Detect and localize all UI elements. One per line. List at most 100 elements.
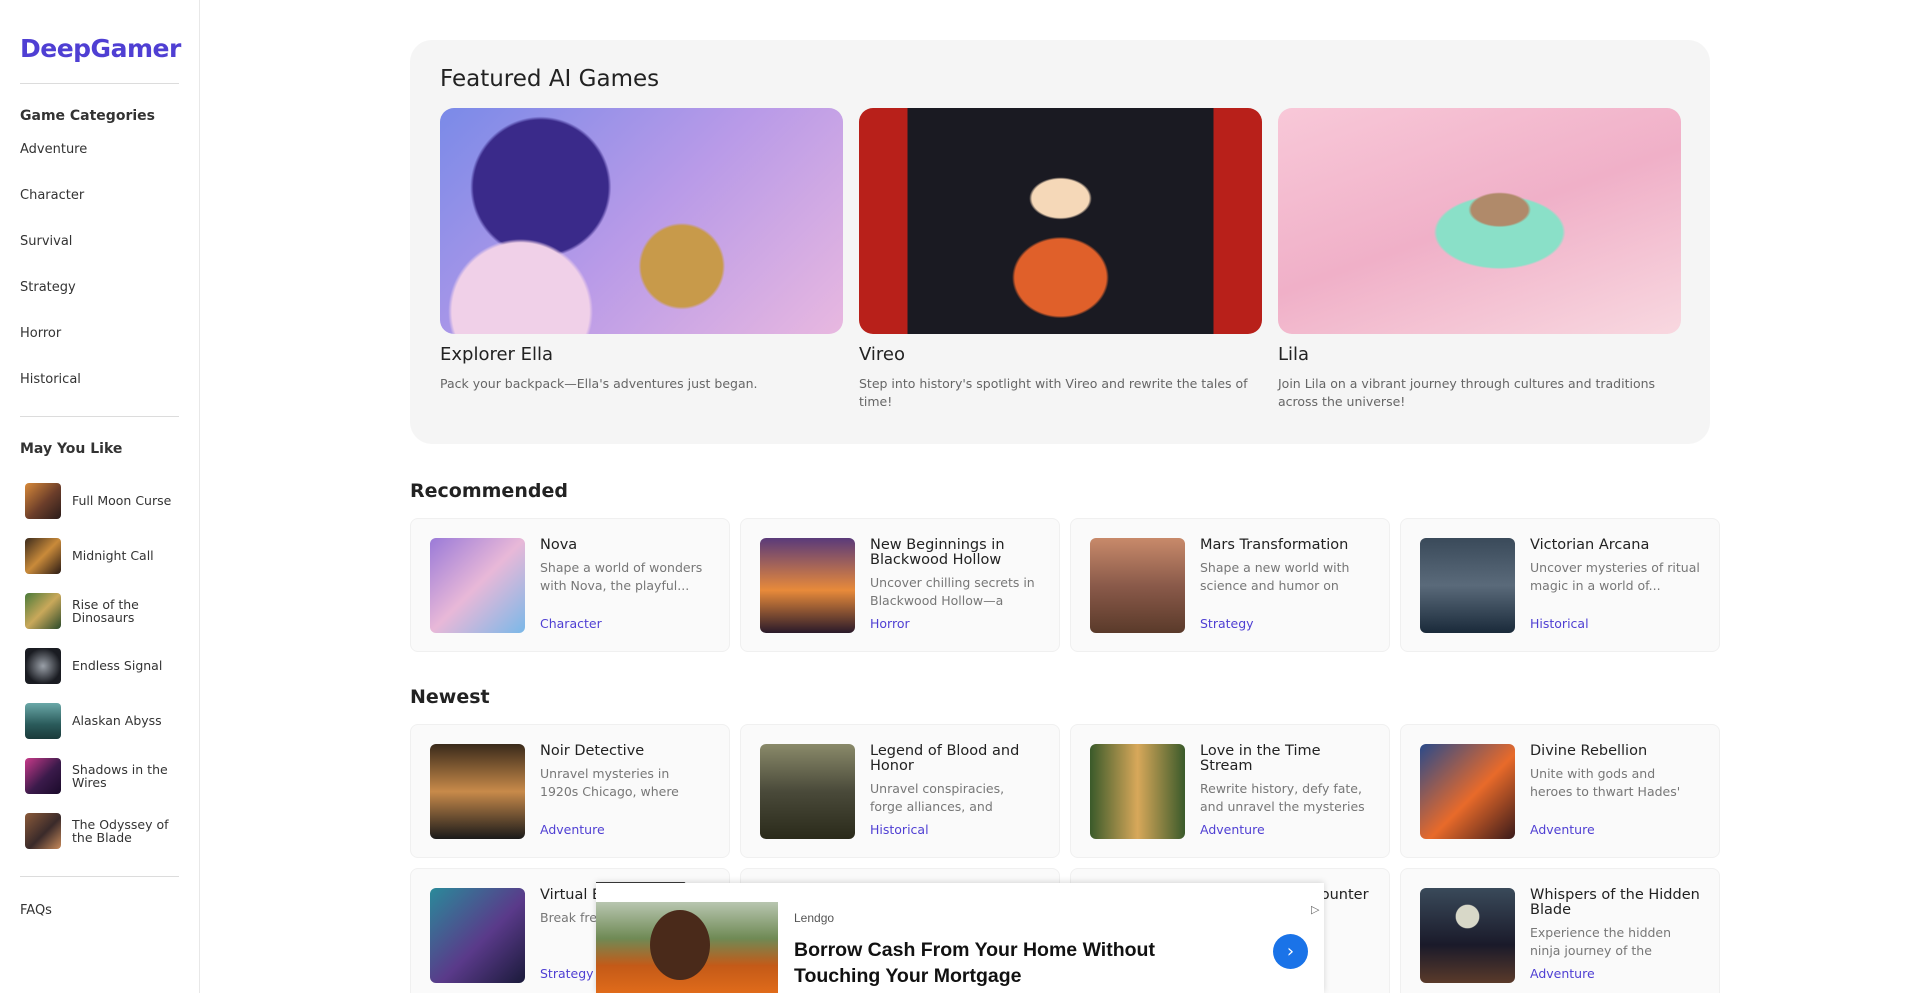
sidebar-item-survival[interactable]: Survival (20, 232, 179, 278)
faqs-link[interactable]: FAQs (20, 903, 179, 918)
card-desc: Rewrite history, defy fate, and unravel … (1200, 781, 1365, 814)
like-item[interactable]: The Odyssey of the Blade (20, 803, 179, 858)
featured-title: Featured AI Games (440, 66, 660, 92)
game-thumbnail (25, 482, 61, 519)
sidebar-item-strategy[interactable]: Strategy (20, 278, 179, 324)
card-category-tag[interactable]: Strategy (540, 966, 594, 981)
featured-desc: Join Lila on a vibrant journey through c… (1278, 376, 1656, 409)
ad-info-icon[interactable]: ▷ (1311, 903, 1319, 916)
logo[interactable]: DeepGamer (20, 34, 181, 63)
card-title: New Beginnings in Blackwood Hollow (870, 537, 1005, 568)
recommended-grid: Nova Shape a world of wonders with Nova,… (410, 518, 1720, 652)
like-item-label: Full Moon Curse (72, 493, 172, 508)
featured-desc: Step into history's spotlight with Vireo… (859, 376, 1248, 409)
card-category-tag[interactable]: Horror (870, 616, 910, 631)
game-card[interactable]: Nova Shape a world of wonders with Nova,… (410, 518, 730, 652)
game-thumbnail (25, 647, 61, 684)
card-body: Mars Transformation Shape a new world wi… (1200, 538, 1370, 633)
game-card[interactable]: Divine Rebellion Unite with gods and her… (1400, 724, 1720, 858)
game-thumbnail (430, 538, 525, 633)
featured-row: Explorer Ella Pack your backpack—Ella's … (440, 108, 1681, 411)
newest-title: Newest (410, 686, 490, 708)
featured-card[interactable]: Lila Join Lila on a vibrant journey thro… (1278, 108, 1681, 411)
game-card[interactable]: Love in the Time Stream Rewrite history,… (1070, 724, 1390, 858)
like-item[interactable]: Midnight Call (20, 528, 179, 583)
like-item[interactable]: Rise of the Dinosaurs (20, 583, 179, 638)
divider (20, 83, 179, 84)
ad-headline[interactable]: Borrow Cash From Your Home Without Touch… (794, 937, 1194, 989)
card-title: Noir Detective (540, 743, 645, 759)
card-title: Love in the Time Stream (1200, 743, 1321, 774)
card-title: Whispers of the Hidden Blade (1530, 887, 1700, 918)
game-thumbnail (760, 744, 855, 839)
card-category-tag[interactable]: Historical (870, 822, 929, 837)
sidebar-item-character[interactable]: Character (20, 186, 179, 232)
recommended-title: Recommended (410, 480, 568, 502)
card-desc: Uncover chilling secrets in Blackwood Ho… (870, 575, 1035, 608)
card-body: Love in the Time Stream Rewrite history,… (1200, 744, 1370, 839)
game-thumbnail (430, 744, 525, 839)
game-thumbnail (1420, 744, 1515, 839)
like-item-label: Alaskan Abyss (72, 713, 162, 728)
featured-image (859, 108, 1262, 334)
card-category-tag[interactable]: Adventure (540, 822, 605, 837)
game-thumbnail (1420, 538, 1515, 633)
like-item-label: The Odyssey of the Blade (72, 816, 169, 845)
main-content: Featured AI Games Explorer Ella Pack you… (410, 40, 1720, 993)
divider (20, 876, 179, 877)
game-card[interactable]: Legend of Blood and Honor Unravel conspi… (740, 724, 1060, 858)
game-card[interactable]: New Beginnings in Blackwood Hollow Uncov… (740, 518, 1060, 652)
featured-card[interactable]: Explorer Ella Pack your backpack—Ella's … (440, 108, 843, 411)
featured-desc: Pack your backpack—Ella's adventures jus… (440, 376, 758, 391)
card-category-tag[interactable]: Character (540, 616, 602, 631)
game-thumbnail (25, 757, 61, 794)
sidebar-item-historical[interactable]: Historical (20, 370, 179, 416)
card-category-tag[interactable]: Strategy (1200, 616, 1254, 631)
card-title: Nova (540, 537, 578, 553)
like-item[interactable]: Alaskan Abyss (20, 693, 179, 748)
featured-image (440, 108, 843, 334)
ad-go-button[interactable]: › (1273, 934, 1308, 969)
featured-name: Vireo (859, 344, 906, 365)
card-desc: Shape a new world with science and humor… (1200, 560, 1350, 593)
card-desc: Unravel mysteries in 1920s Chicago, wher… (540, 766, 679, 799)
card-body: Whispers of the Hidden Blade Experience … (1530, 888, 1700, 983)
featured-image (1278, 108, 1681, 334)
card-desc: Unravel conspiracies, forge alliances, a… (870, 781, 1005, 814)
card-desc: Uncover mysteries of ritual magic in a w… (1530, 560, 1700, 593)
like-item[interactable]: Endless Signal (20, 638, 179, 693)
featured-name: Lila (1278, 344, 1310, 365)
like-item-label: Endless Signal (72, 658, 163, 673)
card-category-tag[interactable]: Historical (1530, 616, 1589, 631)
game-card[interactable]: Noir Detective Unravel mysteries in 1920… (410, 724, 730, 858)
game-thumbnail (1420, 888, 1515, 983)
game-thumbnail (25, 537, 61, 574)
featured-card[interactable]: Vireo Step into history's spotlight with… (859, 108, 1262, 411)
sidebar-item-adventure[interactable]: Adventure (20, 140, 179, 186)
like-item-label: Shadows in the Wires (72, 761, 168, 790)
game-card[interactable]: Whispers of the Hidden Blade Experience … (1400, 868, 1720, 993)
card-title: Mars Transformation (1200, 537, 1349, 553)
game-card[interactable]: Victorian Arcana Uncover mysteries of ri… (1400, 518, 1720, 652)
card-title: Legend of Blood and Honor (870, 743, 1020, 774)
like-item[interactable]: Full Moon Curse (20, 473, 179, 528)
game-thumbnail (1090, 538, 1185, 633)
card-title: Divine Rebellion (1530, 743, 1648, 759)
divider (20, 416, 179, 417)
featured-name: Explorer Ella (440, 344, 554, 365)
featured-section: Featured AI Games Explorer Ella Pack you… (410, 40, 1710, 444)
sidebar-item-horror[interactable]: Horror (20, 324, 179, 370)
card-body: Nova Shape a world of wonders with Nova,… (540, 538, 710, 633)
game-thumbnail (25, 702, 61, 739)
card-category-tag[interactable]: Adventure (1530, 966, 1595, 981)
like-item[interactable]: Shadows in the Wires (20, 748, 179, 803)
card-body: New Beginnings in Blackwood Hollow Uncov… (870, 538, 1040, 633)
card-body: Victorian Arcana Uncover mysteries of ri… (1530, 538, 1700, 633)
card-category-tag[interactable]: Adventure (1200, 822, 1265, 837)
like-item-label: Rise of the Dinosaurs (72, 596, 139, 625)
card-body: Noir Detective Unravel mysteries in 1920… (540, 744, 710, 839)
game-card[interactable]: Mars Transformation Shape a new world wi… (1070, 518, 1390, 652)
card-title: Victorian Arcana (1530, 537, 1650, 553)
card-category-tag[interactable]: Adventure (1530, 822, 1595, 837)
ad-image-person (650, 910, 710, 980)
